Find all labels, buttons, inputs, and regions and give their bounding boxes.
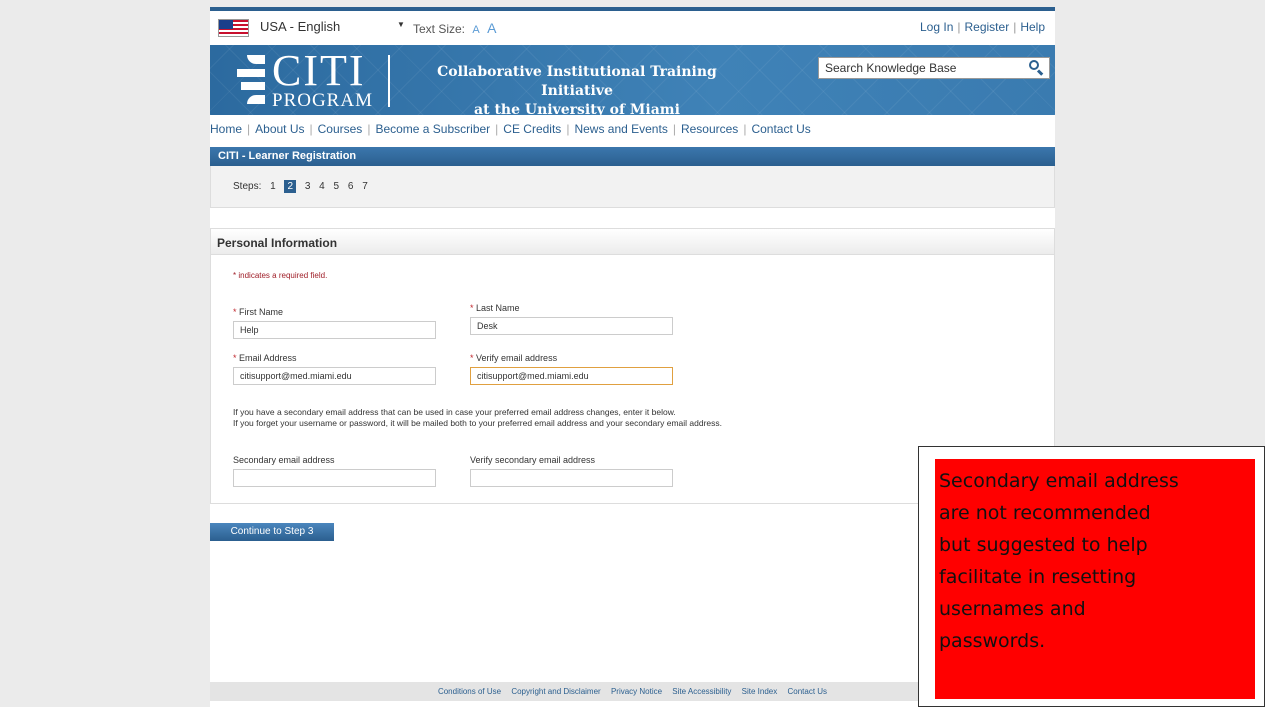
help-text-line-2: If you forget your username or password,… [233, 418, 722, 428]
dropdown-arrow-icon: ▼ [397, 20, 405, 29]
verify-email-field[interactable]: citisupport@med.miami.edu [470, 367, 673, 385]
nav-contact-us[interactable]: Contact Us [751, 122, 810, 136]
footer-copyright-link[interactable]: Copyright and Disclaimer [511, 687, 600, 696]
verify-secondary-email-field[interactable] [470, 469, 673, 487]
help-text-line-1: If you have a secondary email address th… [233, 407, 676, 417]
nav-ce-credits[interactable]: CE Credits [503, 122, 561, 136]
us-flag-icon [218, 19, 249, 37]
step-7: 7 [362, 181, 368, 192]
nav-about-us[interactable]: About Us [255, 122, 304, 136]
login-link[interactable]: Log In [920, 20, 953, 34]
email-label: * Email Address [233, 353, 297, 363]
first-name-label: * First Name [233, 307, 284, 317]
text-size-control: Text Size: A A [413, 20, 496, 36]
annotation-line-5: usernames and [939, 598, 1086, 620]
citi-logo[interactable]: CITI [272, 49, 366, 93]
step-5: 5 [333, 181, 340, 192]
annotation-line-6: passwords. [939, 630, 1046, 652]
annotation-text-box: Secondary email address are not recommen… [935, 459, 1255, 699]
footer-contact-link[interactable]: Contact Us [787, 687, 827, 696]
footer-privacy-link[interactable]: Privacy Notice [611, 687, 662, 696]
help-link[interactable]: Help [1020, 20, 1045, 34]
register-link[interactable]: Register [965, 20, 1010, 34]
text-size-large-button[interactable]: A [487, 20, 496, 36]
tagline-line-1: Collaborative Institutional Training Ini… [437, 64, 717, 99]
nav-become-subscriber[interactable]: Become a Subscriber [375, 122, 490, 136]
nav-courses[interactable]: Courses [318, 122, 363, 136]
annotation-line-1: Secondary email address [939, 470, 1179, 492]
email-field[interactable]: citisupport@med.miami.edu [233, 367, 436, 385]
steps-label: Steps: [233, 181, 262, 192]
text-size-label: Text Size: [413, 22, 466, 36]
citi-logo-icon [237, 55, 267, 107]
annotation-line-2: are not recommended [939, 502, 1151, 524]
footer-conditions-link[interactable]: Conditions of Use [438, 687, 501, 696]
first-name-field[interactable]: Help [233, 321, 436, 339]
verify-email-label: * Verify email address [470, 353, 558, 363]
step-3: 3 [304, 181, 311, 192]
tagline-line-2: at the University of Miami [474, 102, 680, 115]
personal-information-title: Personal Information [211, 229, 1054, 255]
annotation-line-3: but suggested to help [939, 534, 1148, 556]
steps-indicator: Steps: 1 2 3 4 5 6 7 [210, 166, 1055, 208]
secondary-email-help-text: If you have a secondary email address th… [233, 407, 722, 429]
step-1[interactable]: 1 [270, 181, 276, 192]
step-2-current: 2 [284, 180, 297, 193]
nav-home[interactable]: Home [210, 122, 242, 136]
annotation-line-4: facilitate in resetting [939, 566, 1137, 588]
header-banner: CITI PROGRAM Collaborative Institutional… [210, 45, 1055, 115]
citi-logo-subtitle: PROGRAM [272, 90, 373, 111]
last-name-field[interactable]: Desk [470, 317, 673, 335]
search-icon[interactable] [1028, 59, 1044, 76]
verify-secondary-email-label: Verify secondary email address [470, 455, 596, 465]
nav-news-events[interactable]: News and Events [574, 122, 667, 136]
language-select[interactable]: USA - English ▼ [260, 19, 405, 34]
secondary-email-label: Secondary email address [233, 455, 335, 465]
account-links: Log In | Register | Help [920, 20, 1045, 34]
language-select-value: USA - English [260, 19, 341, 34]
step-4: 4 [319, 181, 325, 192]
text-size-small-button[interactable]: A [472, 24, 479, 36]
annotation-callout: Secondary email address are not recommen… [918, 446, 1265, 707]
step-6: 6 [347, 181, 354, 192]
registration-panel-title: CITI - Learner Registration [210, 147, 1055, 166]
main-nav: Home | About Us | Courses | Become a Subscribe… [210, 122, 811, 136]
required-field-note: * indicates a required field. [233, 271, 328, 280]
footer-site-index-link[interactable]: Site Index [742, 687, 778, 696]
search-input[interactable]: Search Knowledge Base [818, 57, 1050, 79]
search-placeholder: Search Knowledge Base [825, 61, 957, 75]
tagline: Collaborative Institutional Training Ini… [402, 63, 752, 115]
nav-resources[interactable]: Resources [681, 122, 738, 136]
footer-accessibility-link[interactable]: Site Accessibility [672, 687, 731, 696]
continue-button[interactable]: Continue to Step 3 [210, 523, 334, 541]
last-name-label: * Last Name [470, 303, 520, 313]
logo-divider [388, 55, 390, 107]
secondary-email-field[interactable] [233, 469, 436, 487]
top-bar: USA - English ▼ Text Size: A A Log In | Re… [210, 7, 1055, 41]
